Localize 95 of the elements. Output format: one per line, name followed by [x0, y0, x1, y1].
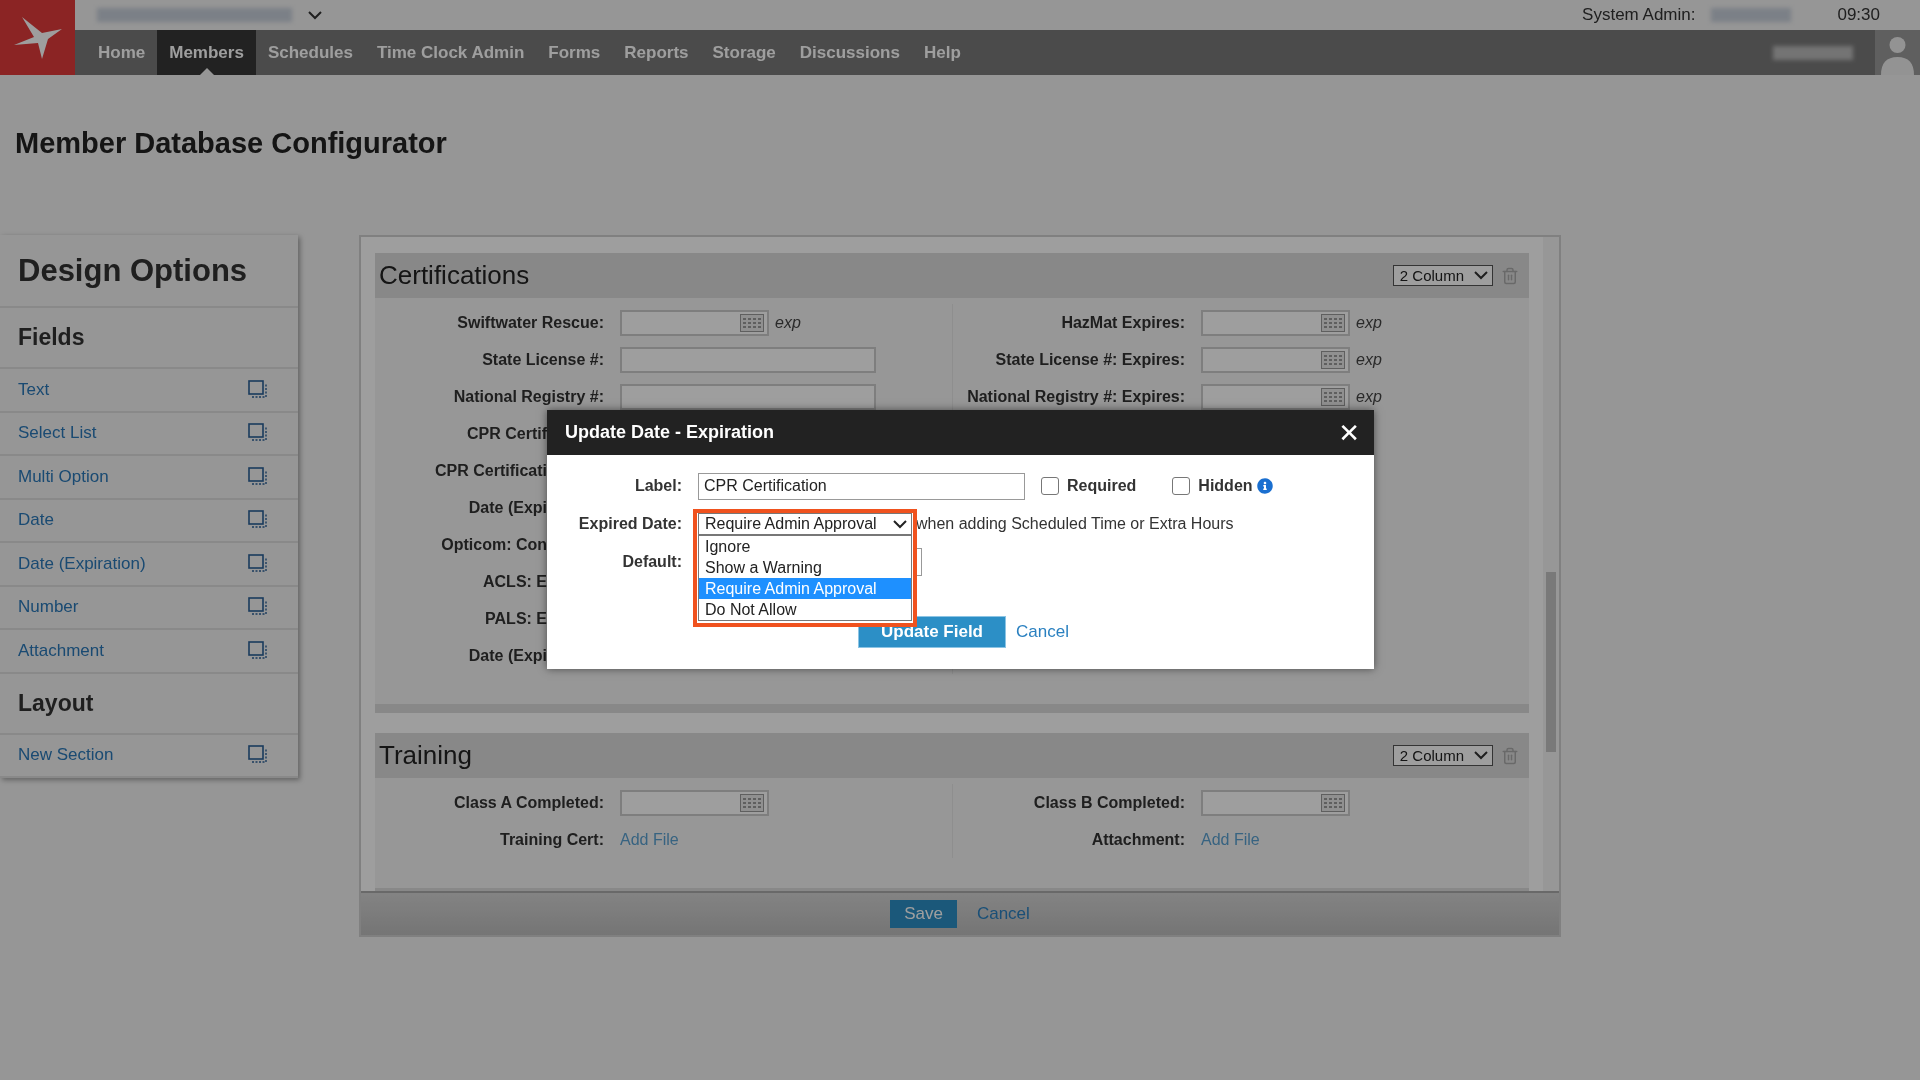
nav-tab[interactable]: Members: [157, 30, 256, 75]
field-label: Attachment:: [1090, 830, 1185, 849]
field-label: State License #:: [481, 350, 604, 369]
field-label: Class B Completed:: [1032, 793, 1185, 812]
expired-note: when adding Scheduled Time or Extra Hours: [916, 515, 1234, 533]
field-label: Expired Date:: [577, 515, 682, 533]
date-field[interactable]: [1201, 383, 1350, 410]
nav-tab[interactable]: Storage: [700, 30, 788, 75]
sidebar-item[interactable]: Text: [0, 369, 298, 413]
calendar-icon[interactable]: [740, 793, 764, 812]
field-label: National Registry #: Expires:: [966, 387, 1185, 406]
nav-tab[interactable]: Discussions: [787, 30, 912, 75]
chevron-down-icon: [1474, 271, 1488, 280]
add-field-icon[interactable]: [248, 466, 268, 487]
required-checkbox[interactable]: Required: [1041, 477, 1137, 495]
calendar-icon[interactable]: [740, 313, 764, 332]
field-label: Opticom: Con: [440, 535, 547, 554]
date-field[interactable]: [1201, 346, 1350, 373]
page-title: Member Database Configurator: [14, 125, 448, 161]
expired-date-select[interactable]: Require Admin Approval: [698, 513, 912, 535]
group-heading: Layout: [0, 673, 298, 735]
date-field[interactable]: [620, 789, 769, 816]
sidebar-item[interactable]: Multi Option: [0, 456, 298, 500]
date-field[interactable]: [1201, 309, 1350, 336]
label-input[interactable]: CPR Certification: [698, 472, 1025, 500]
sidebar-item[interactable]: New Section: [0, 734, 298, 778]
nav-tab[interactable]: Home: [86, 30, 158, 75]
date-field[interactable]: [1201, 789, 1350, 816]
group-heading: Fields: [0, 308, 298, 369]
field-label: Date (Expi: [467, 498, 547, 517]
field-label: ACLS: E: [482, 572, 547, 591]
text-field[interactable]: [620, 383, 876, 410]
field-label: Date (Expi: [467, 646, 547, 665]
field-label: Label:: [633, 477, 682, 495]
chevron-down-icon: [1474, 751, 1488, 760]
nav-tab[interactable]: Reports: [612, 30, 701, 75]
admin-label: System Admin:: [1582, 5, 1696, 25]
cancel-link[interactable]: Cancel: [976, 904, 1030, 924]
sidebar-item[interactable]: Date (Expiration): [0, 543, 298, 587]
field-label: State License #: Expires:: [994, 350, 1185, 369]
exp-suffix: exp: [1356, 313, 1382, 332]
column-select[interactable]: 2 Column: [1392, 745, 1493, 766]
field-label: PALS: E: [484, 609, 547, 628]
close-button[interactable]: ✕: [1338, 417, 1360, 448]
add-field-icon[interactable]: [248, 745, 268, 766]
nav-tab[interactable]: Forms: [536, 30, 613, 75]
add-field-icon[interactable]: [248, 597, 268, 618]
chevron-down-icon: [893, 519, 907, 529]
add-file-link[interactable]: Add File: [620, 830, 679, 849]
clock-time: 09:30: [1837, 5, 1880, 25]
field-label: Class A Completed:: [453, 793, 604, 812]
field-label: National Registry #:: [452, 387, 604, 406]
nav-tab[interactable]: Time Clock Admin: [364, 30, 537, 75]
add-field-icon[interactable]: [248, 423, 268, 444]
exp-suffix: exp: [775, 313, 801, 332]
info-icon[interactable]: [1256, 478, 1273, 494]
hidden-checkbox[interactable]: Hidden: [1172, 477, 1273, 495]
user-avatar-icon[interactable]: [1875, 30, 1920, 75]
field-label: Training Cert:: [499, 830, 604, 849]
calendar-icon[interactable]: [1321, 350, 1345, 369]
calendar-icon[interactable]: [1321, 793, 1345, 812]
text-field[interactable]: [620, 346, 876, 373]
dialog-title: Update Date - Expiration: [565, 422, 775, 443]
add-field-icon[interactable]: [248, 640, 268, 661]
save-button[interactable]: Save: [890, 900, 957, 928]
add-file-link[interactable]: Add File: [1201, 830, 1260, 849]
trash-icon[interactable]: [1501, 746, 1519, 765]
field-label: HazMat Expires:: [1060, 313, 1185, 332]
field-label: Swiftwater Rescue:: [456, 313, 604, 332]
sidebar-item[interactable]: Date: [0, 499, 298, 543]
chevron-down-icon: [308, 10, 322, 20]
nav-tab[interactable]: Help: [911, 30, 973, 75]
column-select[interactable]: 2 Column: [1392, 265, 1493, 286]
exp-suffix: exp: [1356, 350, 1382, 369]
trash-icon[interactable]: [1501, 266, 1519, 285]
field-label: CPR Certificati: [433, 461, 547, 480]
nav-tab[interactable]: Schedules: [255, 30, 365, 75]
sidebar-item[interactable]: Attachment: [0, 630, 298, 674]
sidebar-item[interactable]: Select List: [0, 412, 298, 456]
field-label: CPR Certif: [466, 424, 547, 443]
section-title: Certifications: [379, 260, 530, 291]
add-field-icon[interactable]: [248, 553, 268, 574]
add-field-icon[interactable]: [248, 379, 268, 400]
date-field[interactable]: [620, 309, 769, 336]
calendar-icon[interactable]: [1321, 387, 1345, 406]
dropdown-option[interactable]: Require Admin Approval: [699, 578, 911, 599]
add-field-icon[interactable]: [248, 510, 268, 531]
calendar-icon[interactable]: [1321, 313, 1345, 332]
exp-suffix: exp: [1356, 387, 1382, 406]
field-label: Default:: [621, 553, 682, 571]
scrollbar[interactable]: [1543, 237, 1559, 891]
panel-title: Design Options: [0, 235, 298, 308]
section-title: Training: [379, 740, 472, 771]
cancel-link[interactable]: Cancel: [1016, 622, 1069, 642]
sidebar-item[interactable]: Number: [0, 586, 298, 630]
